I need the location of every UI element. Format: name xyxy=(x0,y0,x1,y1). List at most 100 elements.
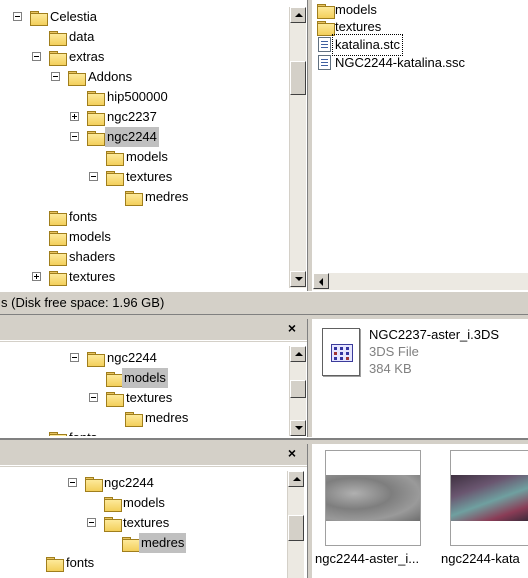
tree-item-label: extras xyxy=(69,49,105,64)
scroll-up-button[interactable] xyxy=(290,7,306,23)
folder-icon xyxy=(104,517,122,532)
folder-icon xyxy=(317,21,335,36)
collapse-icon[interactable] xyxy=(89,172,98,181)
tree-item-fonts[interactable]: fonts xyxy=(0,207,290,227)
tree-item-textures-root[interactable]: textures xyxy=(0,267,290,287)
vertical-scrollbar[interactable] xyxy=(287,471,304,578)
tree-item-models[interactable]: models xyxy=(0,493,290,513)
top-folder-tree[interactable]: Celestia data extras Addons hip500000 ng… xyxy=(0,0,307,291)
folder-icon xyxy=(49,271,67,286)
tree-item-shaders[interactable]: shaders xyxy=(0,247,290,267)
collapse-icon[interactable] xyxy=(68,478,77,487)
file-type: 3DS File xyxy=(369,344,419,359)
collapse-icon[interactable] xyxy=(32,52,41,61)
tree-item-models[interactable]: models xyxy=(0,368,290,388)
collapse-icon[interactable] xyxy=(89,393,98,402)
thumbnail-aster[interactable] xyxy=(325,450,421,546)
scroll-left-button[interactable] xyxy=(313,273,329,289)
expand-icon[interactable] xyxy=(32,272,41,281)
disk-free-space-text: s (Disk free space: 1.96 GB) xyxy=(1,295,165,310)
folder-icon xyxy=(85,477,103,492)
tree-item-label: shaders xyxy=(69,249,116,264)
collapse-icon[interactable] xyxy=(70,353,79,362)
status-bar: s (Disk free space: 1.96 GB) xyxy=(0,291,528,315)
tree-item-medres[interactable]: medres xyxy=(0,408,290,428)
folder-icon xyxy=(87,131,105,146)
folder-icon xyxy=(46,557,64,572)
folder-icon xyxy=(49,211,67,226)
collapse-icon[interactable] xyxy=(51,72,60,81)
tree-item-label: models xyxy=(69,229,111,244)
tree-item-label: Addons xyxy=(88,69,133,84)
tree-item-ngc2244[interactable]: ngc2244 xyxy=(0,127,290,147)
tree-item-label: medres xyxy=(145,410,189,425)
tree-item-medres[interactable]: medres xyxy=(0,533,290,553)
folder-icon xyxy=(106,171,124,186)
tree-item-ngc2244[interactable]: ngc2244 xyxy=(0,473,290,493)
close-icon[interactable]: × xyxy=(285,446,299,460)
horizontal-scrollbar[interactable] xyxy=(313,273,528,290)
scroll-up-button[interactable] xyxy=(288,471,304,487)
scroll-thumb[interactable] xyxy=(288,515,304,541)
pane-divider[interactable] xyxy=(0,437,528,440)
tree-item-label: fonts xyxy=(69,209,98,224)
folder-icon xyxy=(125,412,143,427)
3ds-file-icon xyxy=(322,328,360,376)
folder-icon xyxy=(122,537,140,552)
folder-icon xyxy=(87,91,105,106)
file-item-label: katalina.stc xyxy=(331,34,404,56)
tree-item-models[interactable]: models xyxy=(0,147,290,167)
tree-item-label: ngc2244 xyxy=(105,127,159,147)
tree-item-label: textures xyxy=(126,390,173,405)
tree-item-label: textures xyxy=(123,515,170,530)
close-icon[interactable]: × xyxy=(285,321,299,335)
tree-item-addons[interactable]: Addons xyxy=(0,67,290,87)
collapse-icon[interactable] xyxy=(70,132,79,141)
tree-item-textures[interactable]: textures xyxy=(0,388,290,408)
tree-item-ngc2244[interactable]: ngc2244 xyxy=(0,348,290,368)
folder-icon xyxy=(317,4,335,19)
middle-file-preview[interactable]: NGC2237-aster_i.3DS 3DS File 384 KB xyxy=(313,319,528,437)
middle-folder-tree[interactable]: ngc2244 models textures medres fonts xyxy=(0,342,307,437)
collapse-icon[interactable] xyxy=(87,518,96,527)
folder-icon xyxy=(49,432,67,436)
file-icon xyxy=(318,37,331,52)
vertical-scrollbar[interactable] xyxy=(289,7,306,288)
folder-icon xyxy=(68,71,86,86)
tree-item-label: models xyxy=(126,149,168,164)
tree-item-ngc2237[interactable]: ngc2237 xyxy=(0,107,290,127)
scroll-thumb[interactable] xyxy=(290,61,306,95)
tree-item-label: hip500000 xyxy=(107,89,168,104)
scroll-down-button[interactable] xyxy=(290,271,306,287)
folder-icon xyxy=(49,251,67,266)
middle-tree-titlebar: × xyxy=(0,319,308,341)
scroll-up-button[interactable] xyxy=(290,346,306,362)
tree-item-celestia[interactable]: Celestia xyxy=(0,7,290,27)
thumbnail-katalina[interactable] xyxy=(450,450,528,546)
file-name: NGC2237-aster_i.3DS xyxy=(369,327,500,342)
tree-item-label: textures xyxy=(69,269,116,284)
top-file-list[interactable]: models textures katalina.stc NGC2244-kat… xyxy=(313,0,528,291)
tree-item-label: textures xyxy=(126,169,173,184)
folder-icon xyxy=(49,31,67,46)
expand-icon[interactable] xyxy=(70,112,79,121)
bottom-folder-tree[interactable]: ngc2244 models textures medres fonts xyxy=(0,467,307,578)
collapse-icon[interactable] xyxy=(13,12,22,21)
folder-icon xyxy=(30,11,48,26)
tree-item-textures[interactable]: textures xyxy=(0,513,290,533)
tree-item-hip500000[interactable]: hip500000 xyxy=(0,87,290,107)
folder-icon xyxy=(104,497,122,512)
tree-item-fonts[interactable]: fonts xyxy=(0,553,290,573)
tree-item-fonts[interactable]: fonts xyxy=(0,428,290,436)
scroll-down-button[interactable] xyxy=(290,420,306,436)
tree-item-textures[interactable]: textures xyxy=(0,167,290,187)
tree-item-data[interactable]: data xyxy=(0,27,290,47)
vertical-scrollbar[interactable] xyxy=(289,346,306,436)
file-item-label: NGC2244-katalina.ssc xyxy=(335,55,466,70)
tree-item-label: data xyxy=(69,29,95,44)
tree-item-medres[interactable]: medres xyxy=(0,187,290,207)
scroll-thumb[interactable] xyxy=(290,380,306,398)
tree-item-extras[interactable]: extras xyxy=(0,47,290,67)
tree-item-label: medres xyxy=(139,533,187,553)
tree-item-models-root[interactable]: models xyxy=(0,227,290,247)
